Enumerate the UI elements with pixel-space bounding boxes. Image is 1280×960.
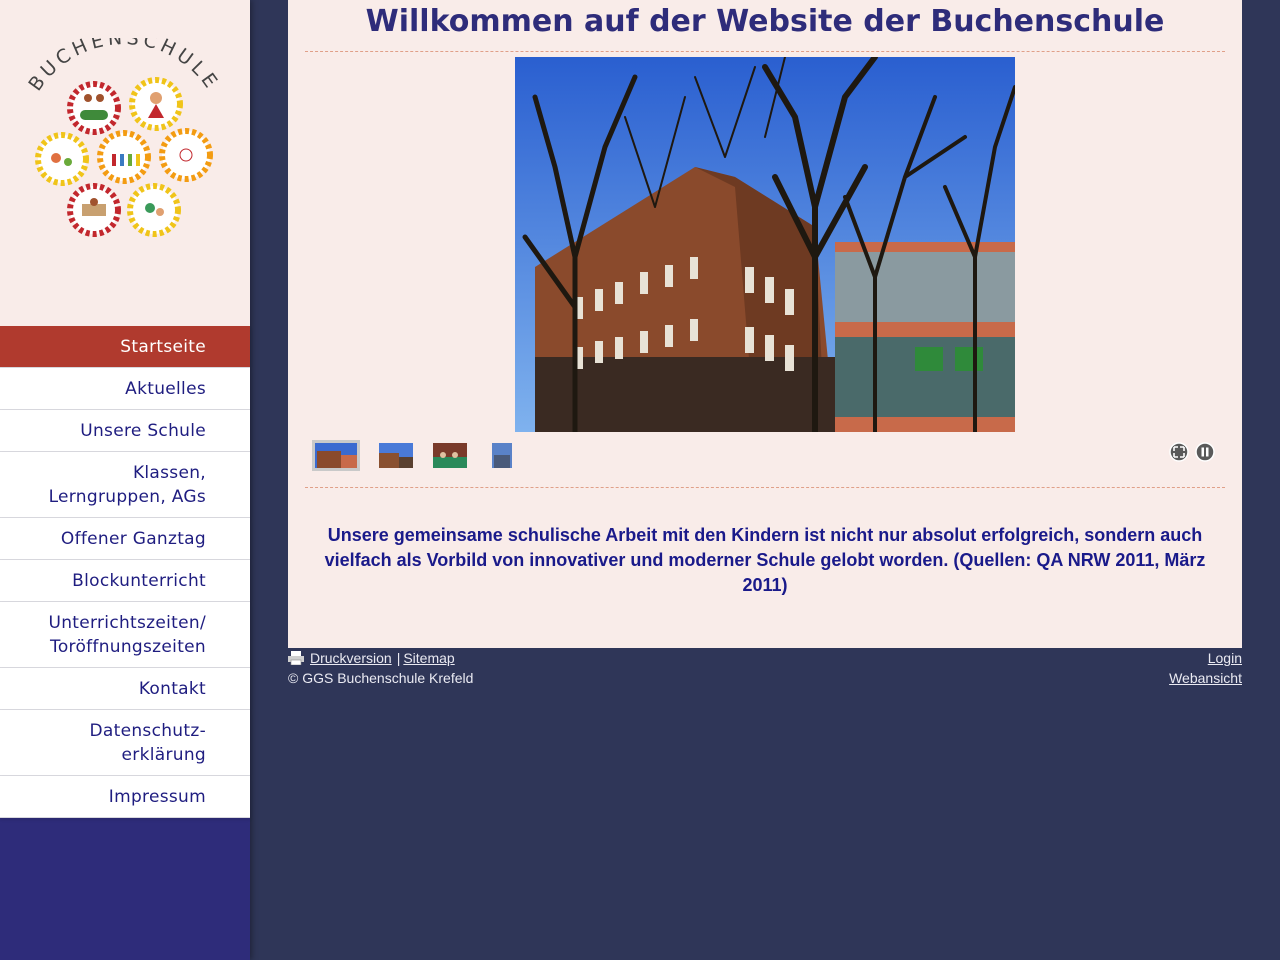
nav-item-datenschutz-erklärung[interactable]: Datenschutz- erklärung xyxy=(0,710,250,776)
nav-item-kontakt[interactable]: Kontakt xyxy=(0,668,250,710)
page-title: Willkommen auf der Website der Buchensch… xyxy=(365,4,1165,39)
nav-item-klassen-lerngruppen-ags[interactable]: Klassen, Lerngruppen, AGs xyxy=(0,452,250,518)
nav-item-label: Klassen, Lerngruppen, AGs xyxy=(48,462,206,507)
fullscreen-button[interactable] xyxy=(1169,442,1189,462)
thumbnail-image xyxy=(379,443,413,468)
fullscreen-icon xyxy=(1169,442,1189,462)
login-link[interactable]: Login xyxy=(1208,650,1242,666)
thumbnail-image xyxy=(492,443,512,468)
divider-bottom xyxy=(305,487,1225,488)
webview-link[interactable]: Webansicht xyxy=(1169,670,1242,686)
printer-icon xyxy=(288,651,304,665)
sitemap-link[interactable]: Sitemap xyxy=(403,650,454,666)
thumbnail-image xyxy=(315,443,357,468)
nav-item-impressum[interactable]: Impressum xyxy=(0,776,250,818)
school-logo[interactable]: BUCHENSCHULE xyxy=(10,38,234,248)
sidebar: BUCHENSCHULE Startseite Aktuelles Unsere… xyxy=(0,0,250,960)
slideshow-thumbnail[interactable] xyxy=(478,440,526,471)
slideshow-thumbnail[interactable] xyxy=(372,440,420,471)
nav-item-label: Unterrichtszeiten/ Toröffnungszeiten xyxy=(48,612,206,657)
nav-item-startseite[interactable]: Startseite xyxy=(0,326,250,368)
nav-item-label: Offener Ganztag xyxy=(60,528,206,549)
nav-item-label: Impressum xyxy=(108,786,206,807)
slideshow-thumbnail[interactable] xyxy=(426,440,474,471)
footer: Druckversion | Sitemap © GGS Buchenschul… xyxy=(288,648,1242,698)
nav-item-label: Blockunterricht xyxy=(72,570,206,591)
footer-links: Druckversion | Sitemap xyxy=(288,650,455,666)
pause-icon xyxy=(1195,442,1215,462)
print-line: Druckversion | Sitemap xyxy=(288,650,455,666)
nav-item-unsere-schule[interactable]: Unsere Schule xyxy=(0,410,250,452)
main-navigation: Startseite Aktuelles Unsere Schule Klassen,… xyxy=(0,326,250,818)
nav-item-aktuelles[interactable]: Aktuelles xyxy=(0,368,250,410)
nav-item-blockunterricht[interactable]: Blockunterricht xyxy=(0,560,250,602)
slideshow-thumbnail[interactable] xyxy=(312,440,360,471)
nav-item-label: Unsere Schule xyxy=(80,420,206,441)
nav-item-label: Kontakt xyxy=(138,678,206,699)
intro-text: Unsere gemeinsame schulische Arbeit mit … xyxy=(324,525,1206,595)
nav-item-unterrichtszeiten-toröffnungszeiten[interactable]: Unterrichtszeiten/ Toröffnungszeiten xyxy=(0,602,250,668)
nav-item-label: Aktuelles xyxy=(125,378,206,399)
school-building-photo xyxy=(515,57,1015,432)
divider-top xyxy=(305,51,1225,52)
footer-separator: | xyxy=(396,650,401,666)
logo-text: BUCHENSCHULE xyxy=(24,38,219,95)
print-version-link[interactable]: Druckversion xyxy=(310,650,392,666)
svg-text:BUCHENSCHULE: BUCHENSCHULE xyxy=(24,38,223,95)
copyright-text: © GGS Buchenschule Krefeld xyxy=(288,670,474,686)
logo-area: BUCHENSCHULE xyxy=(0,0,250,326)
main-content: Willkommen auf der Website der Buchensch… xyxy=(288,0,1242,648)
nav-item-label: Startseite xyxy=(120,336,206,357)
pause-button[interactable] xyxy=(1195,442,1215,462)
nav-item-label: Datenschutz- erklärung xyxy=(89,720,206,765)
slideshow-main-image[interactable] xyxy=(515,57,1015,432)
nav-item-offener-ganztag[interactable]: Offener Ganztag xyxy=(0,518,250,560)
thumbnail-image xyxy=(433,443,467,468)
